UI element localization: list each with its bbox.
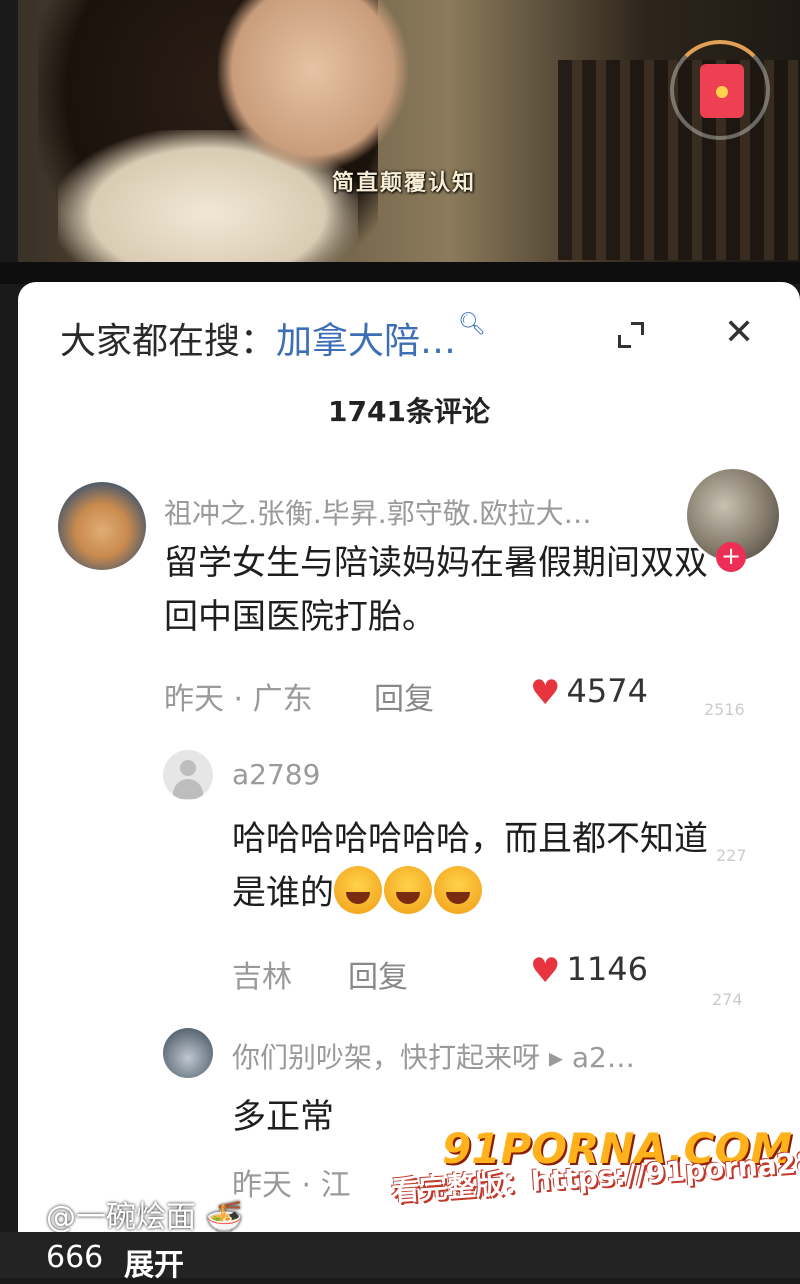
comment-username[interactable]: a2789 [232,758,320,791]
red-packet-icon[interactable] [670,40,770,140]
video-subtitle: 简直颠覆认知 [332,171,477,196]
avatar[interactable] [58,482,146,570]
heart-icon: ♥ [530,951,561,991]
avatar[interactable] [163,1028,213,1078]
comment-location: 吉林 [232,960,292,995]
video-player[interactable]: 简直颠覆认知 [18,0,800,262]
like-button[interactable]: ♥ 1146 [530,950,648,991]
laughing-crying-emoji-icon [334,866,382,914]
reply-button[interactable]: 回复 [348,952,408,996]
like-button[interactable]: ♥ 4574 [530,672,648,713]
search-suggestion[interactable]: 大家都在搜：加拿大陪…🔍︎ [60,312,486,362]
comment-username[interactable]: 祖冲之.张衡.毕昇.郭守敬.欧拉大… [164,492,592,532]
comment-text: 哈哈哈哈哈哈哈，而且都不知道是谁的 [232,812,732,920]
comment-text: 留学女生与陪读妈妈在暑假期间双双回中国医院打胎。 [164,543,708,637]
noodle-bowl-icon: 🍜 [205,1200,243,1235]
comment-time-location: 昨天 · 江 [232,1168,351,1203]
bottom-caption-bar: 666 展开 [0,1232,800,1283]
coin-icon [716,86,728,98]
comment-count: 1741条评论 [328,395,490,428]
author-mention[interactable]: @一碗烩面 🍜 [46,1192,243,1236]
reply-button[interactable]: 回复 [374,674,434,718]
side-comment-count: 227 [716,846,747,865]
heart-icon: ♥ [530,673,561,713]
expand-icon[interactable] [618,322,644,348]
video-frame-face [218,0,408,170]
red-envelope-icon [700,64,744,118]
follow-plus-icon[interactable]: + [716,542,746,572]
search-icon[interactable]: 🔍︎ [458,312,486,337]
author-mention-text: @一碗烩面 [46,1200,196,1235]
expand-caption-button[interactable]: 展开 [124,1240,184,1284]
search-prefix: 大家都在搜： [60,321,277,362]
side-like-count: 2516 [704,700,745,719]
side-favorite-count: 274 [712,990,743,1009]
caption-snippet: 666 [46,1240,104,1275]
comment-panel: 大家都在搜：加拿大陪…🔍︎ ✕ 1741条评论 祖冲之.张衡.毕昇.郭守敬.欧拉… [18,282,800,1232]
avatar[interactable] [163,750,213,800]
video-bottom-band [0,262,800,284]
laughing-crying-emoji-icon [384,866,432,914]
search-term[interactable]: 加拿大陪… [276,321,456,362]
like-count: 4574 [566,672,648,710]
like-count: 1146 [566,950,648,988]
comment-time-location: 昨天 · 广东 [164,682,313,717]
comment-username[interactable]: 你们别吵架，快打起来呀 ▸ a2… [232,1036,635,1076]
close-icon[interactable]: ✕ [724,312,754,353]
laughing-crying-emoji-icon [434,866,482,914]
